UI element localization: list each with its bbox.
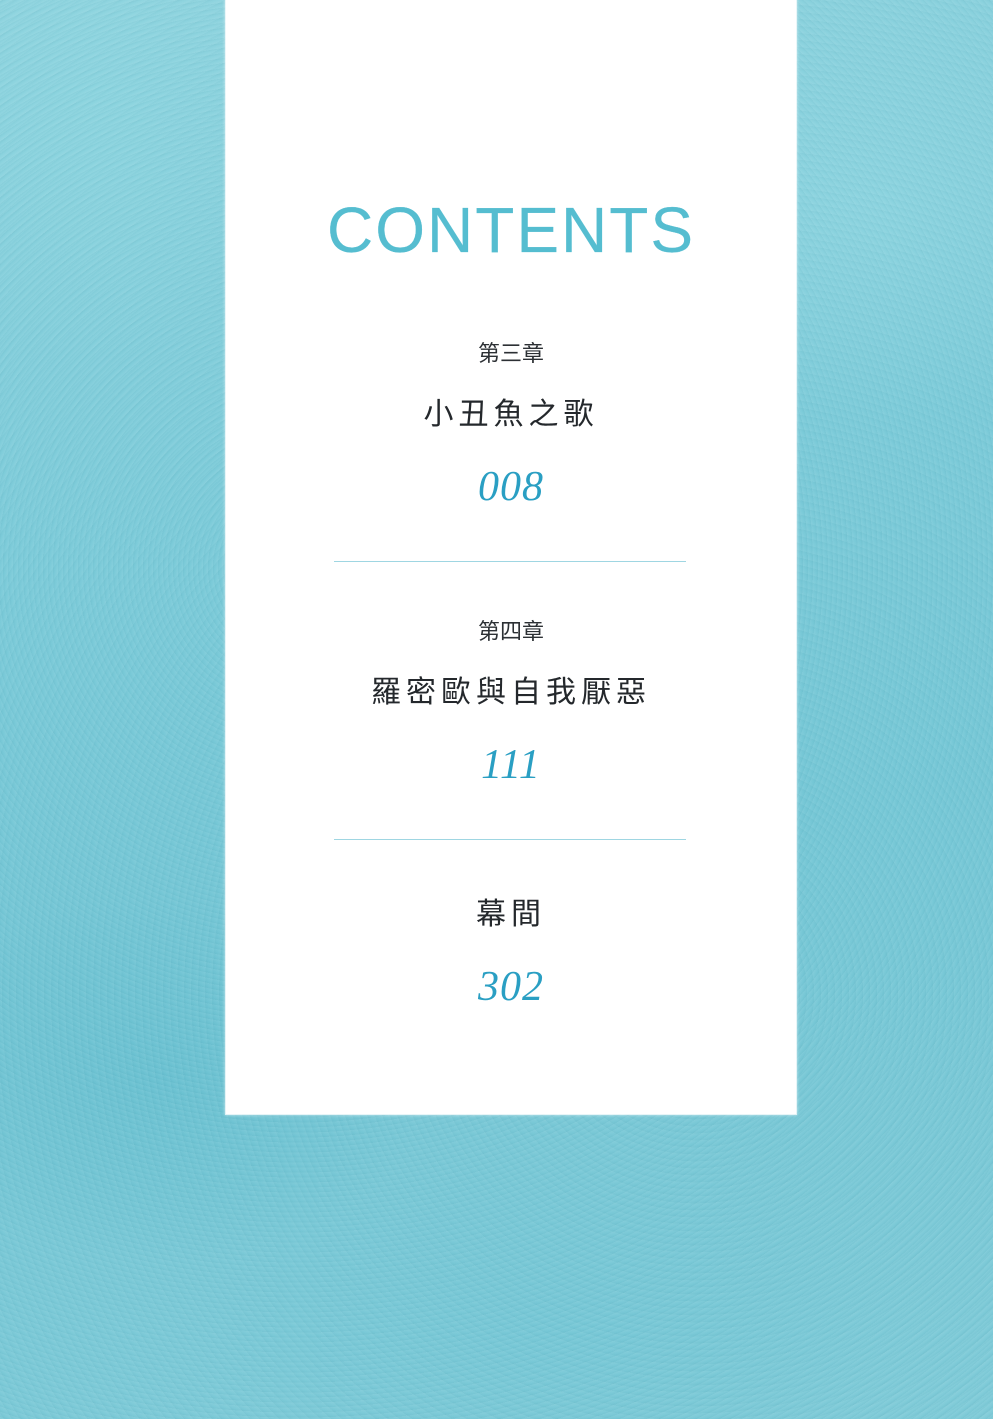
chapter-label: 第三章 [477, 342, 544, 367]
divider [334, 561, 686, 562]
divider [334, 839, 686, 840]
chapter-label: 第四章 [477, 620, 544, 645]
chapter-page-number: 111 [481, 742, 541, 788]
chapter-title: 小丑魚之歌 [423, 397, 599, 432]
contents-panel: CONTENTS 第三章 小丑魚之歌 008 第四章 羅密歐與自我厭惡 111 … [226, 0, 796, 1114]
chapter-page-number: 008 [478, 464, 544, 510]
page-title: CONTENTS [327, 194, 695, 266]
chapter-page-number: 302 [478, 964, 544, 1010]
chapter-title: 幕間 [476, 897, 546, 932]
chapter-title: 羅密歐與自我厭惡 [371, 675, 651, 710]
